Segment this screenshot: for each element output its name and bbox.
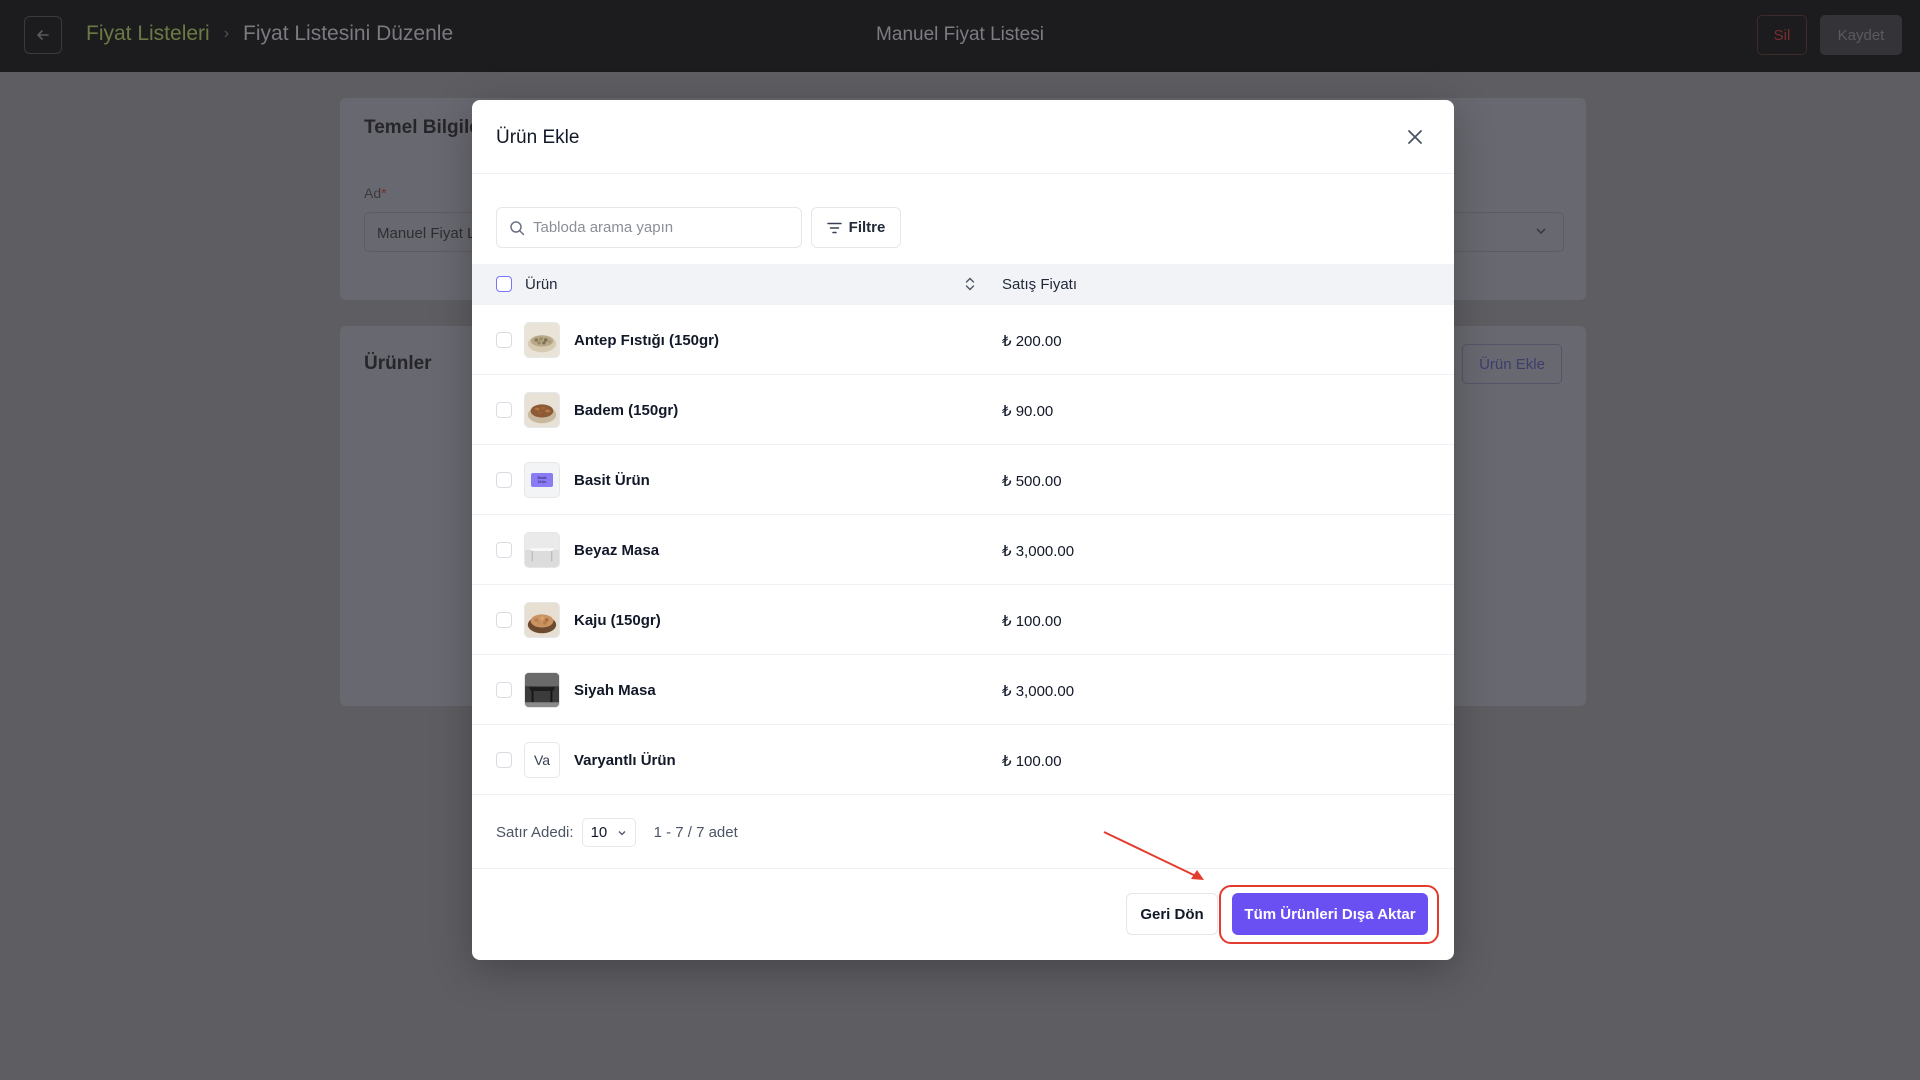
row-checkbox[interactable] <box>496 682 512 698</box>
product-thumbnail <box>524 322 560 358</box>
product-table-body: Antep Fıstığı (150gr) ₺ 200.00 Badem (15… <box>472 305 1454 795</box>
almond-image-icon <box>525 393 559 427</box>
pagination-range: 1 - 7 / 7 adet <box>653 824 738 841</box>
search-icon <box>510 220 525 235</box>
table-row[interactable]: Siyah Masa ₺ 3,000.00 <box>472 655 1454 725</box>
rows-per-page-select[interactable]: 10 <box>581 818 636 847</box>
product-price: ₺ 100.00 <box>1002 613 1062 630</box>
delete-button[interactable]: Sil <box>1757 15 1807 55</box>
row-checkbox[interactable] <box>496 612 512 628</box>
product-thumbnail <box>524 672 560 708</box>
row-checkbox[interactable] <box>496 542 512 558</box>
product-price: ₺ 200.00 <box>1002 333 1062 350</box>
modal-title: Ürün Ekle <box>496 127 580 148</box>
product-price: ₺ 500.00 <box>1002 473 1062 490</box>
save-button[interactable]: Kaydet <box>1820 15 1902 55</box>
product-thumbnail: Basit Ürün <box>524 462 560 498</box>
close-icon <box>1408 130 1422 144</box>
product-thumbnail <box>524 392 560 428</box>
table-row[interactable]: Kaju (150gr) ₺ 100.00 <box>472 585 1454 655</box>
product-price: ₺ 3,000.00 <box>1002 683 1075 700</box>
row-checkbox[interactable] <box>496 752 512 768</box>
table-toolbar: Filtre <box>496 207 901 248</box>
product-name: Badem (150gr) <box>574 402 679 419</box>
product-name: Basit Ürün <box>574 472 650 489</box>
search-box <box>496 207 802 248</box>
pagination: Satır Adedi: 10 1 - 7 / 7 adet <box>496 818 738 847</box>
basic-product-badge: Basit Ürün <box>531 473 553 487</box>
footer-divider <box>472 868 1454 869</box>
row-checkbox[interactable] <box>496 472 512 488</box>
rows-per-page-label: Satır Adedi: <box>496 824 574 841</box>
chevron-down-icon <box>1536 228 1546 235</box>
pistachio-image-icon <box>525 323 559 357</box>
table-row[interactable]: Va Varyantlı Ürün ₺ 100.00 <box>472 725 1454 795</box>
table-row[interactable]: Basit Ürün Basit Ürün ₺ 500.00 <box>472 445 1454 515</box>
add-product-modal: Ürün Ekle Filtre Ürün Satış Fiyatı <box>472 100 1454 960</box>
column-sale-price: Satış Fiyatı <box>1002 276 1078 293</box>
product-name: Antep Fıstığı (150gr) <box>574 332 720 349</box>
product-name: Siyah Masa <box>574 682 656 699</box>
sort-icon[interactable] <box>962 275 978 293</box>
close-button[interactable] <box>1404 126 1426 148</box>
product-initials: Va <box>533 752 551 768</box>
table-row[interactable]: Beyaz Masa ₺ 3,000.00 <box>472 515 1454 585</box>
column-product: Ürün <box>525 276 558 293</box>
rows-per-page-value: 10 <box>590 824 608 841</box>
filter-icon <box>826 222 842 233</box>
required-marker: * <box>381 185 387 201</box>
product-name: Kaju (150gr) <box>574 612 661 629</box>
white-table-image-icon <box>525 533 559 567</box>
page-title: Manuel Fiyat Listesi <box>876 24 1044 45</box>
product-price: ₺ 90.00 <box>1002 403 1054 420</box>
product-price: ₺ 100.00 <box>1002 753 1062 770</box>
select-all-checkbox[interactable] <box>496 276 512 292</box>
name-label-text: Ad <box>364 185 382 201</box>
row-checkbox[interactable] <box>496 402 512 418</box>
filter-button[interactable]: Filtre <box>811 207 901 248</box>
product-name: Varyantlı Ürün <box>574 752 676 769</box>
cashew-image-icon <box>525 603 559 637</box>
product-thumbnail: Va <box>524 742 560 778</box>
add-product-button[interactable]: Ürün Ekle <box>1462 344 1562 384</box>
basic-product-badge-text: Basit Ürün <box>537 475 547 484</box>
products-heading: Ürünler <box>364 353 432 374</box>
search-input[interactable] <box>533 219 783 236</box>
black-table-image-icon <box>525 673 559 707</box>
chevron-down-icon <box>618 830 626 835</box>
name-label: Ad* <box>364 185 387 201</box>
product-name: Beyaz Masa <box>574 542 660 559</box>
basic-info-heading: Temel Bilgiler <box>364 117 488 138</box>
table-row[interactable]: Antep Fıstığı (150gr) ₺ 200.00 <box>472 305 1454 375</box>
table-header: Ürün Satış Fiyatı <box>472 264 1454 305</box>
product-thumbnail <box>524 602 560 638</box>
modal-header: Ürün Ekle <box>472 100 1454 174</box>
product-price: ₺ 3,000.00 <box>1002 543 1075 560</box>
back-button[interactable]: Geri Dön <box>1126 893 1218 935</box>
top-bar: Fiyat Listeleri › Fiyat Listesini Düzenl… <box>0 0 1920 72</box>
export-all-products-button[interactable]: Tüm Ürünleri Dışa Aktar <box>1232 893 1428 935</box>
table-row[interactable]: Badem (150gr) ₺ 90.00 <box>472 375 1454 445</box>
row-checkbox[interactable] <box>496 332 512 348</box>
product-thumbnail <box>524 532 560 568</box>
filter-label: Filtre <box>848 219 886 236</box>
